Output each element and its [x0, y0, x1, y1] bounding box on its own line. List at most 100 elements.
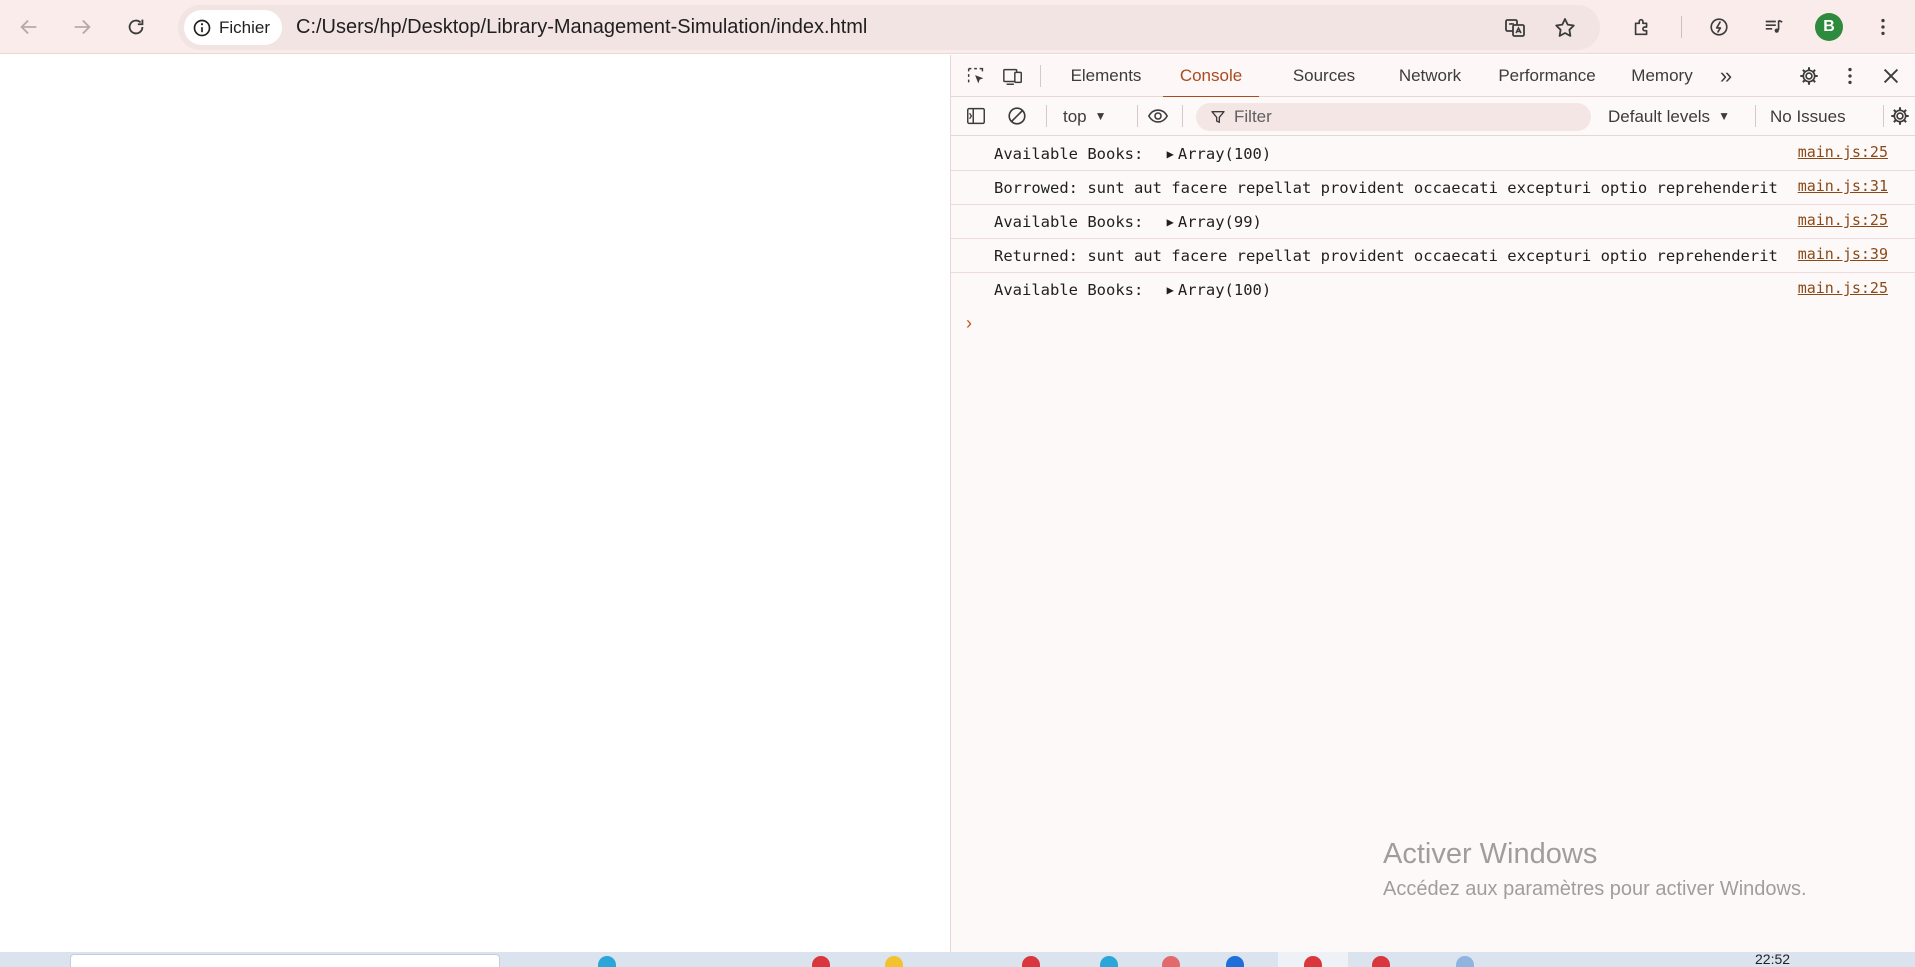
performance-button[interactable] — [1701, 9, 1737, 45]
source-link[interactable]: main.js:25 — [1798, 277, 1888, 299]
more-tabs-button[interactable]: » — [1711, 55, 1741, 97]
expand-triangle-icon[interactable]: ▶ — [1167, 211, 1174, 233]
extensions-button[interactable] — [1624, 9, 1660, 45]
tab-sources[interactable]: Sources — [1271, 55, 1377, 97]
expand-triangle-icon[interactable]: ▶ — [1167, 143, 1174, 165]
array-preview[interactable]: Array(99) — [1178, 213, 1262, 231]
console-filter-bar: top ▼ Default levels ▼ No Issues — [951, 97, 1915, 136]
devtools-tab-bar: Elements Console Sources Network Perform… — [951, 55, 1915, 98]
issues-counter[interactable]: No Issues — [1770, 97, 1846, 136]
expand-triangle-icon[interactable]: ▶ — [1167, 279, 1174, 301]
device-mobile-icon — [1003, 68, 1022, 85]
console-settings-button[interactable] — [1887, 103, 1913, 129]
taskbar-app-icon[interactable] — [1162, 956, 1180, 967]
console-filter[interactable] — [1196, 103, 1591, 131]
taskbar-search-box[interactable] — [70, 954, 500, 967]
kebab-menu-icon — [1848, 67, 1852, 85]
source-link[interactable]: main.js:31 — [1798, 175, 1888, 197]
live-expression-button[interactable] — [1141, 103, 1175, 129]
context-selector-label: top — [1063, 107, 1087, 126]
taskbar-app-icon[interactable] — [1372, 956, 1390, 967]
bookmark-button[interactable] — [1551, 14, 1579, 42]
console-message-text: Available Books: — [994, 281, 1153, 299]
taskbar-app-icon[interactable] — [598, 956, 616, 967]
url-text[interactable]: C:/Users/hp/Desktop/Library-Management-S… — [296, 5, 867, 50]
taskbar-app-icon[interactable] — [1022, 956, 1040, 967]
block-icon — [1008, 107, 1026, 125]
source-link[interactable]: main.js:39 — [1798, 243, 1888, 265]
caret-down-icon: ▼ — [1718, 109, 1730, 123]
sidebar-panel-icon — [967, 107, 985, 125]
filter-input[interactable] — [1234, 107, 1574, 127]
puzzle-icon — [1634, 18, 1648, 36]
profile-avatar[interactable]: B — [1815, 13, 1843, 41]
page-viewport[interactable] — [0, 55, 950, 952]
devtools-close-button[interactable] — [1878, 63, 1904, 89]
tab-elements[interactable]: Elements — [1060, 55, 1152, 97]
media-control-button[interactable] — [1756, 9, 1792, 45]
tab-console[interactable]: Console — [1163, 55, 1259, 98]
taskbar-app-icon[interactable] — [812, 956, 830, 967]
windows-taskbar: 22:52 — [0, 952, 1915, 967]
taskbar-app-icon[interactable] — [885, 956, 903, 967]
devtools-settings-button[interactable] — [1796, 63, 1822, 89]
console-message: Available Books: ▶ Array(100) main.js:25 — [951, 273, 1915, 306]
taskbar-clock[interactable]: 22:52 — [1755, 952, 1790, 966]
sidebar-toggle-button[interactable] — [963, 103, 989, 129]
device-toolbar-button[interactable] — [1000, 63, 1026, 89]
taskbar-active-app[interactable] — [1278, 952, 1348, 967]
arrow-right-icon — [74, 19, 91, 35]
devtools-panel: Elements Console Sources Network Perform… — [950, 55, 1915, 952]
tab-memory[interactable]: Memory — [1612, 55, 1712, 97]
activation-watermark-subtitle: Accédez aux paramètres pour activer Wind… — [1383, 878, 1807, 900]
taskbar-app-icon[interactable] — [1100, 956, 1118, 967]
filter-bar-separator — [1755, 105, 1756, 127]
translate-button[interactable] — [1501, 14, 1529, 42]
tab-network[interactable]: Network — [1376, 55, 1484, 97]
console-message-text: Available Books: — [994, 145, 1153, 163]
log-levels-dropdown[interactable]: Default levels ▼ — [1608, 97, 1730, 136]
activation-watermark-title: Activer Windows — [1383, 838, 1598, 870]
forward-button[interactable] — [64, 9, 100, 45]
inspect-cursor-icon — [967, 67, 984, 84]
console-message: Borrowed: sunt aut facere repellat provi… — [951, 171, 1915, 205]
filter-bar-separator — [1182, 105, 1183, 127]
info-icon — [193, 19, 211, 36]
prompt-chevron-icon: › — [966, 312, 972, 333]
taskbar-app-icon[interactable] — [1456, 956, 1474, 967]
console-prompt[interactable]: › — [951, 306, 1915, 340]
reload-button[interactable] — [118, 9, 154, 45]
clear-console-button[interactable] — [1004, 103, 1030, 129]
array-preview[interactable]: Array(100) — [1178, 281, 1271, 299]
toolbar-separator — [1681, 16, 1682, 38]
address-bar[interactable]: Fichier C:/Users/hp/Desktop/Library-Mana… — [178, 5, 1600, 50]
array-preview[interactable]: Array(100) — [1178, 145, 1271, 163]
devtools-menu-button[interactable] — [1837, 63, 1863, 89]
source-link[interactable]: main.js:25 — [1798, 141, 1888, 163]
taskbar-app-icon[interactable] — [1226, 956, 1244, 967]
inspect-element-button[interactable] — [963, 63, 989, 89]
close-icon — [1883, 68, 1899, 84]
translate-icon — [1505, 19, 1525, 37]
gear-icon — [1800, 67, 1818, 85]
console-messages: Available Books: ▶ Array(100) main.js:25 … — [951, 137, 1915, 340]
filter-bar-separator — [1137, 105, 1138, 127]
filter-bar-separator — [1883, 105, 1884, 127]
eye-icon — [1147, 109, 1169, 123]
reload-icon — [128, 19, 144, 35]
console-message: Available Books: ▶ Array(100) main.js:25 — [951, 137, 1915, 171]
playlist-music-icon — [1765, 19, 1783, 33]
kebab-menu-icon — [1881, 18, 1885, 36]
browser-menu-button[interactable] — [1865, 9, 1901, 45]
tab-performance[interactable]: Performance — [1474, 55, 1620, 97]
site-info-chip[interactable]: Fichier — [184, 10, 283, 45]
back-button[interactable] — [11, 9, 47, 45]
log-levels-label: Default levels — [1608, 107, 1711, 126]
context-selector[interactable]: top ▼ — [1063, 97, 1107, 136]
source-link[interactable]: main.js:25 — [1798, 209, 1888, 231]
console-message-text: Borrowed: sunt aut facere repellat provi… — [994, 179, 1778, 197]
caret-down-icon: ▼ — [1094, 109, 1107, 123]
arrow-left-icon — [20, 19, 37, 35]
console-message: Returned: sunt aut facere repellat provi… — [951, 239, 1915, 273]
console-message-text: Returned: sunt aut facere repellat provi… — [994, 247, 1778, 265]
